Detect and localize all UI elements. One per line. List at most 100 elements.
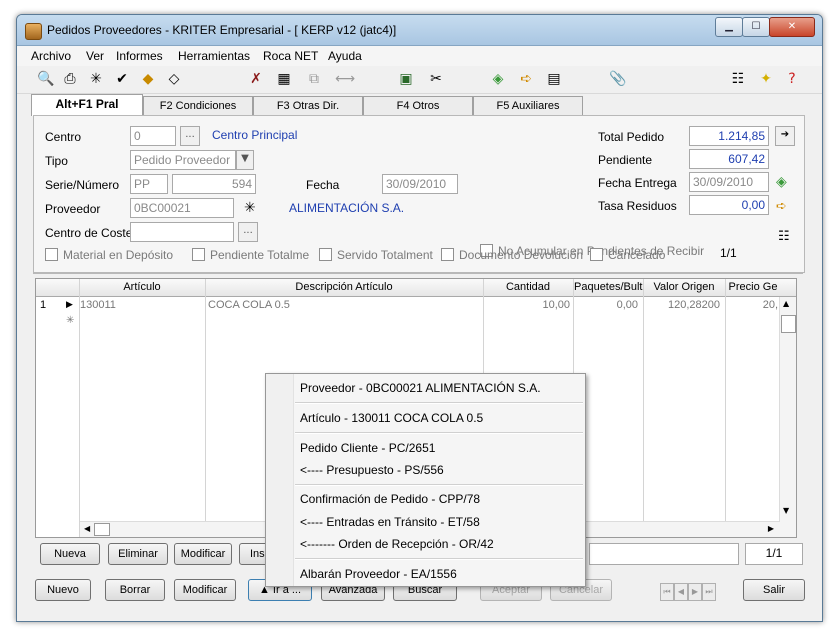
tipo-select[interactable]: Pedido Proveedor xyxy=(130,150,236,170)
ctx-albaran-proveedor[interactable]: Albarán Proveedor - EA/1556 xyxy=(300,567,457,581)
col-paquetes[interactable]: Paquetes/Bult xyxy=(574,281,643,293)
documento-devolucion-box[interactable] xyxy=(441,248,454,261)
ctx-pedido-cliente[interactable]: Pedido Cliente - PC/2651 xyxy=(300,441,435,455)
cell-articulo[interactable]: 130011 xyxy=(80,299,116,311)
ctx-proveedor[interactable]: Proveedor - 0BC00021 ALIMENTACIÓN S.A. xyxy=(300,381,541,395)
warning-icon[interactable]: ◆ xyxy=(139,70,157,88)
nav-prev-icon[interactable]: ◀ xyxy=(674,583,688,601)
pendiente-totalmente-checkbox[interactable]: Pendiente Totalme xyxy=(192,248,309,264)
servido-totalmente-box[interactable] xyxy=(319,248,332,261)
menu-herramientas[interactable]: Herramientas xyxy=(178,49,250,63)
next-side-icon[interactable]: ➪ xyxy=(776,199,787,214)
menu-ver[interactable]: Ver xyxy=(86,49,104,63)
scroll-left-icon[interactable]: ◀ xyxy=(84,524,90,533)
cell-cantidad[interactable]: 10,00 xyxy=(484,299,570,311)
col-cantidad[interactable]: Cantidad xyxy=(484,281,572,293)
copy-icon[interactable]: ⧉ xyxy=(305,70,323,88)
title-bar[interactable]: Pedidos Proveedores - KRITER Empresarial… xyxy=(17,15,822,46)
col-descripcion[interactable]: Descripción Artículo xyxy=(206,281,482,293)
col-precio[interactable]: Precio Ge xyxy=(726,281,780,293)
ctx-orden-recepcion[interactable]: <------- Orden de Recepción - OR/42 xyxy=(300,537,494,551)
cut-icon[interactable]: ✂ xyxy=(427,70,445,88)
scroll-thumb[interactable] xyxy=(781,315,796,333)
menu-roca-net[interactable]: Roca NET xyxy=(263,49,318,63)
scroll-right-icon[interactable]: ▶ xyxy=(768,524,774,533)
new-row-asterisk-icon: ✳ xyxy=(66,315,75,326)
next-icon[interactable]: ➪ xyxy=(517,70,535,88)
note-side-icon[interactable]: ◈ xyxy=(776,174,787,190)
ctx-confirmacion-pedido[interactable]: Confirmación de Pedido - CPP/78 xyxy=(300,492,480,506)
modificar-button[interactable]: Modificar xyxy=(174,579,236,601)
eliminar-line-button[interactable]: Eliminar xyxy=(108,543,168,565)
tab-otras-dir[interactable]: F3 Otras Dir. xyxy=(253,96,363,115)
servido-totalmente-checkbox[interactable]: Servido Totalment xyxy=(319,248,433,264)
nav-next-icon[interactable]: ▶ xyxy=(688,583,702,601)
proveedor-field[interactable]: 0BC00021 xyxy=(130,198,234,218)
modificar-line-button[interactable]: Modificar xyxy=(174,543,232,565)
tab-otros[interactable]: F4 Otros xyxy=(363,96,473,115)
erase-icon[interactable]: ◇ xyxy=(165,70,183,88)
nav-first-icon[interactable]: ⏮ xyxy=(660,583,674,601)
proveedor-asterisk-icon[interactable]: ✳ xyxy=(244,200,256,216)
coste-lookup-button[interactable]: ... xyxy=(238,222,258,242)
numero-field[interactable]: 594 xyxy=(172,174,256,194)
fecha-field[interactable]: 30/09/2010 xyxy=(382,174,458,194)
cell-descripcion[interactable]: COCA COLA 0.5 xyxy=(208,299,290,311)
cancelado-checkbox[interactable]: Cancelado xyxy=(590,248,665,264)
asterisk-icon[interactable]: ✳ xyxy=(87,70,105,88)
salir-button[interactable]: Salir xyxy=(743,579,805,601)
pendiente-totalmente-box[interactable] xyxy=(192,248,205,261)
checklist-side-icon[interactable]: ☷ xyxy=(778,229,790,244)
cell-valor-origen[interactable]: 120,28200 xyxy=(644,299,720,311)
menu-informes[interactable]: Informes xyxy=(116,49,163,63)
col-articulo[interactable]: Artículo xyxy=(80,281,204,293)
cell-precio[interactable]: 20, xyxy=(726,299,778,311)
check-icon[interactable]: ✔ xyxy=(113,70,131,88)
cell-paquetes[interactable]: 0,00 xyxy=(574,299,638,311)
help-icon[interactable]: ? xyxy=(783,70,801,88)
print-preview-icon[interactable]: 🔍 xyxy=(37,70,55,88)
checklist-icon[interactable]: ☷ xyxy=(729,70,747,88)
tab-condiciones[interactable]: F2 Condiciones xyxy=(143,96,253,115)
centro-field[interactable]: 0 xyxy=(130,126,176,146)
nav-last-icon[interactable]: ⏭ xyxy=(702,583,716,601)
nueva-line-button[interactable]: Nueva xyxy=(40,543,100,565)
vertical-scrollbar[interactable]: ▲ ▼ xyxy=(779,297,796,537)
minimize-button[interactable]: ▁ xyxy=(715,17,743,37)
close-button[interactable]: ✕ xyxy=(769,17,815,37)
borrar-button[interactable]: Borrar xyxy=(105,579,165,601)
documento-devolucion-checkbox[interactable]: Documento Devolución xyxy=(441,248,583,264)
menu-ayuda[interactable]: Ayuda xyxy=(328,49,362,63)
col-valor-origen[interactable]: Valor Origen xyxy=(644,281,724,293)
note-icon[interactable]: ◈ xyxy=(489,70,507,88)
tipo-dropdown-icon[interactable]: ▼ xyxy=(236,150,254,170)
hscroll-thumb[interactable] xyxy=(94,523,110,536)
calculator-icon[interactable]: ▦ xyxy=(275,70,293,88)
ctx-presupuesto[interactable]: <---- Presupuesto - PS/556 xyxy=(300,463,444,477)
scroll-down-icon[interactable]: ▼ xyxy=(783,506,789,515)
print-icon[interactable]: ⎙ xyxy=(61,70,79,88)
scroll-up-icon[interactable]: ▲ xyxy=(783,299,789,308)
link-icon[interactable]: ⟷ xyxy=(335,70,355,88)
clear-icon[interactable]: ✗ xyxy=(247,70,265,88)
material-deposito-box[interactable] xyxy=(45,248,58,261)
entrega-field[interactable]: 30/09/2010 xyxy=(689,172,769,192)
export-icon[interactable]: ▤ xyxy=(545,70,563,88)
cancelado-box[interactable] xyxy=(590,248,603,261)
tab-auxiliares[interactable]: F5 Auxiliares xyxy=(473,96,583,115)
attach-icon[interactable]: 📎 xyxy=(609,70,627,88)
nuevo-button[interactable]: Nuevo xyxy=(35,579,91,601)
bulb-icon[interactable]: ✦ xyxy=(757,70,775,88)
coste-field[interactable] xyxy=(130,222,234,242)
total-arrow-icon[interactable]: ➔ xyxy=(775,126,795,146)
menu-archivo[interactable]: Archivo xyxy=(31,49,71,63)
tab-principal[interactable]: Alt+F1 Pral xyxy=(31,94,143,116)
material-deposito-checkbox[interactable]: Material en Depósito xyxy=(45,248,173,264)
maximize-button[interactable]: ☐ xyxy=(742,17,770,37)
fecha-label: Fecha xyxy=(306,178,340,192)
centro-lookup-button[interactable]: ... xyxy=(180,126,200,146)
save-icon[interactable]: ▣ xyxy=(397,70,415,88)
serie-field[interactable]: PP xyxy=(130,174,168,194)
ctx-entradas-transito[interactable]: <---- Entradas en Tránsito - ET/58 xyxy=(300,515,480,529)
ctx-articulo[interactable]: Artículo - 130011 COCA COLA 0.5 xyxy=(300,411,483,425)
